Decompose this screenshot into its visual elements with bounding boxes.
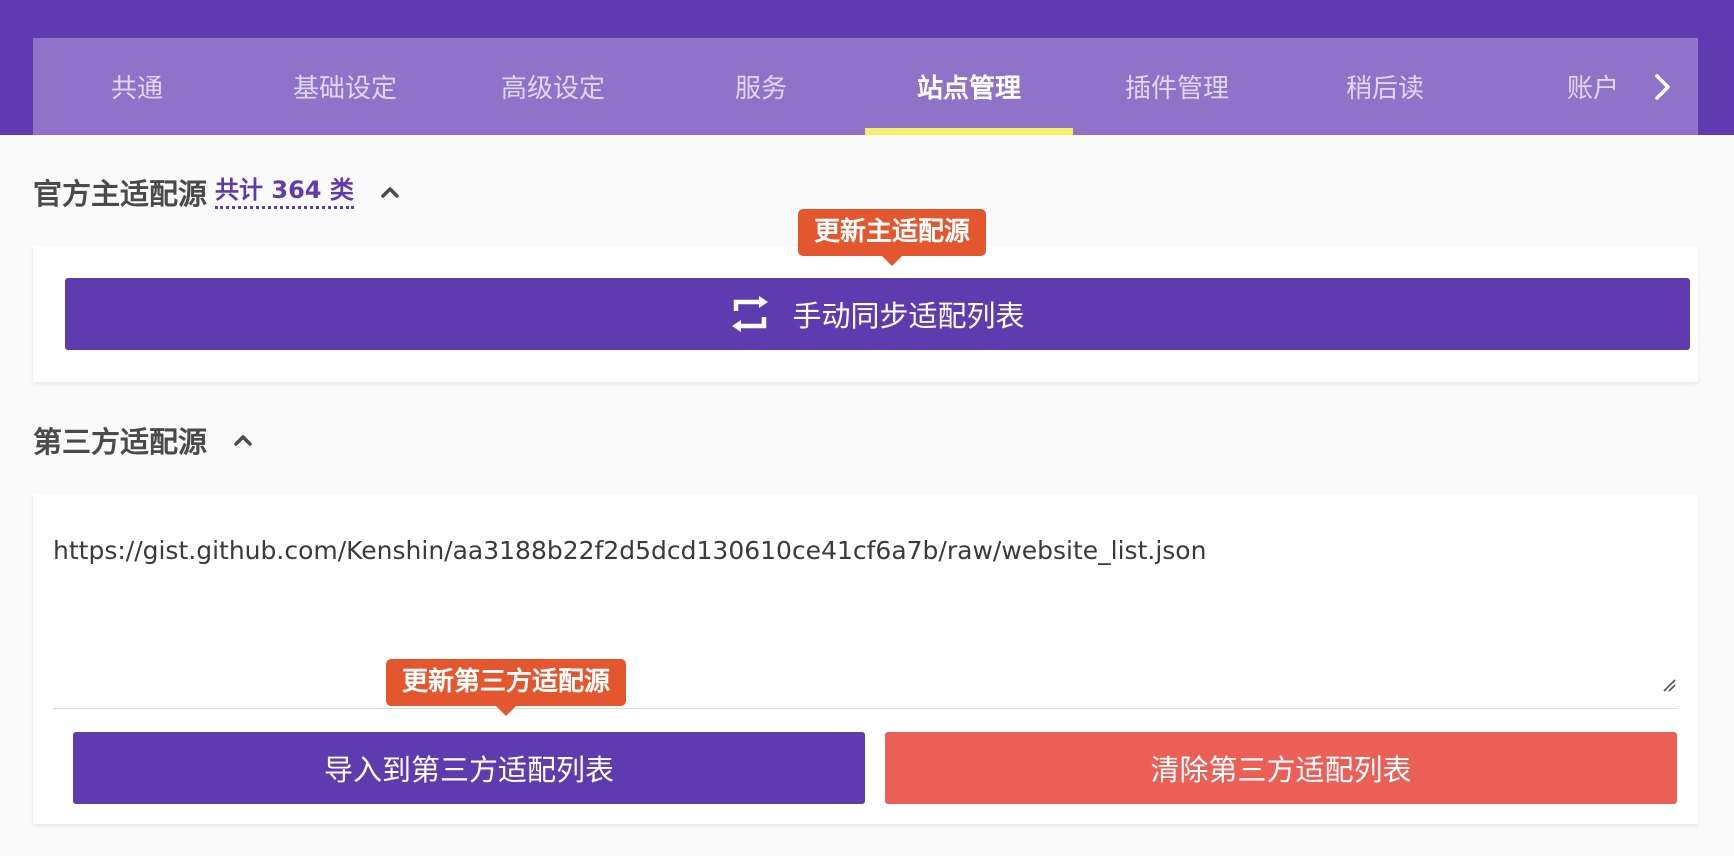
tab-scroll-next-button[interactable] <box>1628 38 1698 135</box>
chevron-right-icon <box>1655 73 1670 100</box>
manual-sync-button-label: 手动同步适配列表 <box>792 299 1025 333</box>
refresh-icon <box>730 294 770 334</box>
chevron-up-icon <box>234 435 252 446</box>
tab-site-management[interactable]: 站点管理 <box>865 38 1073 135</box>
tab-plugin-management[interactable]: 插件管理 <box>1073 38 1281 135</box>
manual-sync-button[interactable]: 手动同步适配列表 <box>65 278 1690 350</box>
official-source-title: 官方主适配源 <box>33 177 208 211</box>
clear-third-party-button[interactable]: 清除第三方适配列表 <box>885 732 1677 804</box>
third-party-source-header: 第三方适配源 <box>33 419 255 461</box>
update-main-source-tooltip: 更新主适配源 <box>798 209 987 266</box>
tab-common[interactable]: 共通 <box>33 38 241 135</box>
official-source-card: 手动同步适配列表 <box>33 246 1698 382</box>
official-source-collapse-button[interactable] <box>378 180 402 204</box>
tab-services[interactable]: 服务 <box>657 38 865 135</box>
tab-basic-settings[interactable]: 基础设定 <box>241 38 449 135</box>
chevron-up-icon <box>381 187 399 198</box>
tab-read-later[interactable]: 稍后读 <box>1281 38 1489 135</box>
third-party-source-title: 第三方适配源 <box>33 425 208 459</box>
top-bar: 共通 基础设定 高级设定 服务 站点管理 插件管理 稍后读 账户 <box>0 0 1734 135</box>
tab-bar: 共通 基础设定 高级设定 服务 站点管理 插件管理 稍后读 账户 <box>33 38 1698 135</box>
third-party-source-collapse-button[interactable] <box>231 428 255 452</box>
import-third-party-button[interactable]: 导入到第三方适配列表 <box>73 732 865 804</box>
third-party-url-field-wrapper: https://gist.github.com/Kenshin/aa3188b2… <box>53 518 1678 709</box>
tab-advanced-settings[interactable]: 高级设定 <box>449 38 657 135</box>
official-source-header: 官方主适配源 共计 364 类 <box>33 171 402 213</box>
official-source-count[interactable]: 共计 364 类 <box>215 175 354 209</box>
third-party-url-textarea[interactable]: https://gist.github.com/Kenshin/aa3188b2… <box>53 518 1678 708</box>
resize-handle-icon[interactable] <box>1662 678 1676 692</box>
third-party-source-card: https://gist.github.com/Kenshin/aa3188b2… <box>33 494 1698 824</box>
update-third-party-source-tooltip: 更新第三方适配源 <box>386 659 627 716</box>
